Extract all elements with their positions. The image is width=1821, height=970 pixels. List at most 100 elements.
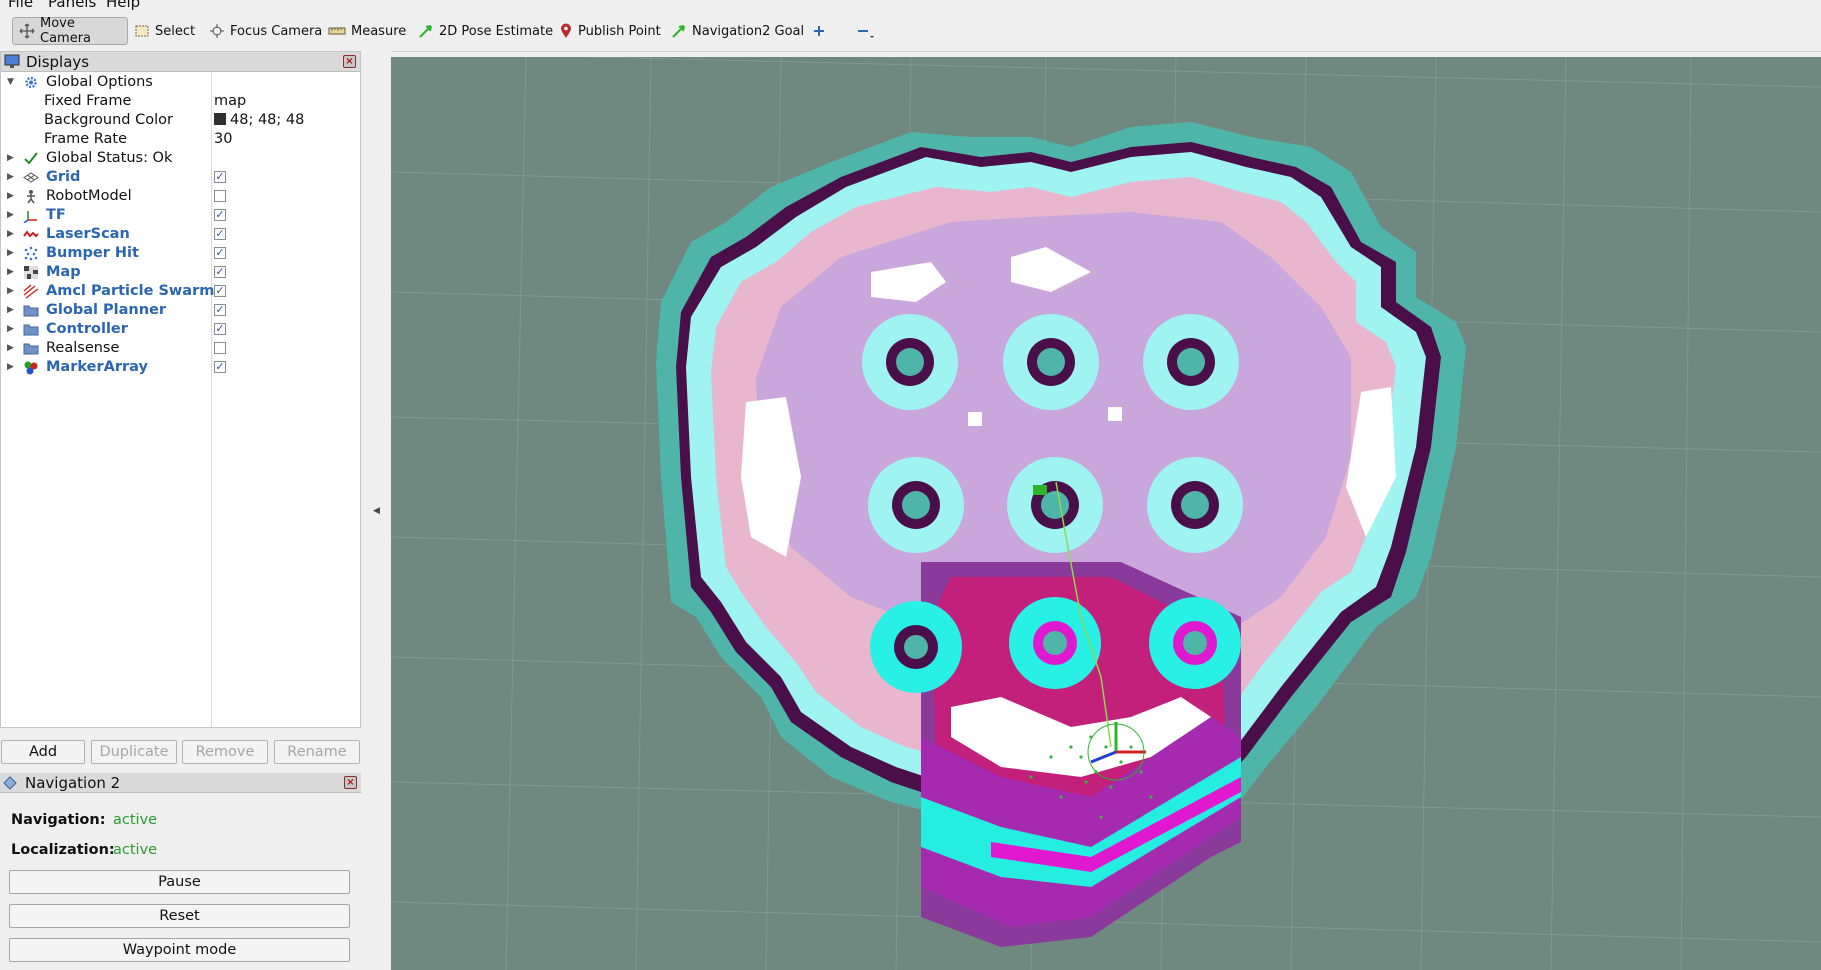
expand-arrow-icon[interactable]: ▶ <box>7 301 14 320</box>
add-display-button[interactable]: Add <box>1 740 85 764</box>
folder-icon <box>23 343 39 355</box>
tree-row-background-color[interactable]: Background Color 48; 48; 48 <box>1 111 360 130</box>
display-item-amcl-particle-swarm[interactable]: ▶ Amcl Particle Swarm ✓ <box>1 282 360 301</box>
expand-arrow-icon[interactable]: ▶ <box>7 282 14 301</box>
expand-arrow-icon[interactable]: ▶ <box>7 358 14 377</box>
robotmodel-checkbox[interactable] <box>214 190 226 202</box>
waypoint-mode-button[interactable]: Waypoint mode <box>9 938 350 962</box>
select-tool[interactable]: Select <box>128 17 201 45</box>
expand-arrow-icon[interactable]: ▶ <box>7 168 14 187</box>
publish-point-label: Publish Point <box>578 23 661 39</box>
laserscan-checkbox[interactable]: ✓ <box>214 228 226 240</box>
panel-splitter[interactable]: ◀ <box>361 51 391 970</box>
menu-help[interactable]: Help <box>106 0 140 11</box>
expand-arrow-icon[interactable]: ▶ <box>7 263 14 282</box>
display-item-grid[interactable]: ▶ Grid ✓ <box>1 168 360 187</box>
reset-button[interactable]: Reset <box>9 904 350 928</box>
robot-start-marker <box>1033 485 1047 495</box>
expand-arrow-icon[interactable]: ▶ <box>7 187 14 206</box>
markerarray-checkbox[interactable]: ✓ <box>214 361 226 373</box>
navigation-status-label: Navigation: <box>11 812 106 828</box>
fixed-frame-label: Fixed Frame <box>44 93 132 109</box>
background-color-text: 48; 48; 48 <box>230 112 305 128</box>
frame-rate-value[interactable]: 30 <box>214 130 232 149</box>
nav-goal-tool[interactable]: Navigation2 Goal <box>665 17 810 45</box>
expand-arrow-icon[interactable]: ▶ <box>7 225 14 244</box>
bumper-hit-checkbox[interactable]: ✓ <box>214 247 226 259</box>
focus-camera-icon <box>210 24 224 38</box>
display-item-robotmodel[interactable]: ▶ RobotModel <box>1 187 360 206</box>
display-item-markerarray[interactable]: ▶ MarkerArray ✓ <box>1 358 360 377</box>
menu-panels[interactable]: Panels <box>48 0 96 11</box>
close-nav2-icon[interactable]: × <box>344 776 357 789</box>
displays-title: Displays <box>26 52 90 71</box>
remove-tool-button[interactable] <box>850 17 882 45</box>
pose-estimate-tool[interactable]: 2D Pose Estimate <box>412 17 559 45</box>
tree-row-frame-rate[interactable]: Frame Rate 30 <box>1 130 360 149</box>
nav2-title: Navigation 2 <box>25 773 121 792</box>
pause-button[interactable]: Pause <box>9 870 350 894</box>
tf-checkbox[interactable]: ✓ <box>214 209 226 221</box>
particle-arrows-icon <box>23 284 39 299</box>
expand-arrow-icon[interactable]: ▶ <box>7 149 14 168</box>
toolbar: Move Camera Select Focus Camera Measure … <box>0 11 1821 52</box>
move-camera-tool[interactable]: Move Camera <box>12 16 128 46</box>
expand-arrow-icon[interactable]: ▶ <box>7 244 14 263</box>
global-planner-checkbox[interactable]: ✓ <box>214 304 226 316</box>
global-status-label: Global Status: Ok <box>46 150 173 166</box>
select-icon <box>135 25 149 37</box>
display-item-map[interactable]: ▶ Map ✓ <box>1 263 360 282</box>
rename-display-button[interactable]: Rename <box>274 740 360 764</box>
display-item-laserscan[interactable]: ▶ LaserScan ✓ <box>1 225 360 244</box>
map-checkbox[interactable]: ✓ <box>214 266 226 278</box>
close-displays-icon[interactable]: × <box>343 55 356 68</box>
display-item-bumper-hit[interactable]: ▶ Bumper Hit ✓ <box>1 244 360 263</box>
tree-row-fixed-frame[interactable]: Fixed Frame map <box>1 92 360 111</box>
fixed-frame-value[interactable]: map <box>214 92 246 111</box>
nav2-title-bar: Navigation 2 × <box>0 773 361 793</box>
expand-arrow-icon[interactable]: ▶ <box>7 320 14 339</box>
nav-goal-label: Navigation2 Goal <box>692 23 805 39</box>
expand-arrow-icon[interactable]: ▶ <box>7 339 14 358</box>
display-item-global-planner[interactable]: ▶ Global Planner ✓ <box>1 301 360 320</box>
grid-checkbox[interactable]: ✓ <box>214 171 226 183</box>
controller-checkbox[interactable]: ✓ <box>214 323 226 335</box>
frame-rate-label: Frame Rate <box>44 131 128 147</box>
realsense-checkbox[interactable] <box>214 342 226 354</box>
select-label: Select <box>155 23 196 39</box>
move-camera-label: Move Camera <box>40 16 92 46</box>
display-item-realsense[interactable]: ▶ Realsense <box>1 339 360 358</box>
display-item-controller[interactable]: ▶ Controller ✓ <box>1 320 360 339</box>
amcl-label: Amcl Particle Swarm <box>46 283 215 299</box>
laserscan-label: LaserScan <box>46 226 130 242</box>
collapse-arrow-icon[interactable]: ▼ <box>7 73 14 92</box>
collapse-panel-arrow-icon[interactable]: ◀ <box>373 506 380 516</box>
publish-point-tool[interactable]: Publish Point <box>553 17 667 45</box>
amcl-checkbox[interactable]: ✓ <box>214 285 226 297</box>
display-item-tf[interactable]: ▶ TF ✓ <box>1 206 360 225</box>
tree-row-global-status[interactable]: ▶ Global Status: Ok <box>1 149 360 168</box>
localization-status-value: active <box>113 842 158 858</box>
displays-title-bar: Displays × <box>1 52 360 72</box>
map-label: Map <box>46 264 81 280</box>
markerarray-label: MarkerArray <box>46 359 148 375</box>
background-color-value[interactable]: 48; 48; 48 <box>214 111 304 130</box>
monitor-icon <box>4 54 20 68</box>
expand-arrow-icon[interactable]: ▶ <box>7 206 14 225</box>
localization-status-label: Localization: <box>11 842 115 858</box>
focus-camera-tool[interactable]: Focus Camera <box>203 17 328 45</box>
ruler-icon <box>328 27 346 35</box>
folder-icon <box>23 324 39 336</box>
menu-file[interactable]: File <box>8 0 33 11</box>
navigation2-panel: Navigation 2 × Navigation: active Locali… <box>0 773 361 970</box>
nav-goal-arrow-icon <box>672 25 685 38</box>
focus-camera-label: Focus Camera <box>230 23 323 39</box>
remove-display-button[interactable]: Remove <box>182 740 268 764</box>
add-tool-button[interactable] <box>806 17 832 45</box>
laserscan-icon <box>23 230 39 238</box>
duplicate-display-button[interactable]: Duplicate <box>91 740 177 764</box>
folder-icon <box>23 305 39 317</box>
tree-row-global-options[interactable]: ▼ Global Options <box>1 73 360 92</box>
3d-viewport[interactable] <box>391 57 1821 970</box>
measure-tool[interactable]: Measure <box>322 17 412 45</box>
